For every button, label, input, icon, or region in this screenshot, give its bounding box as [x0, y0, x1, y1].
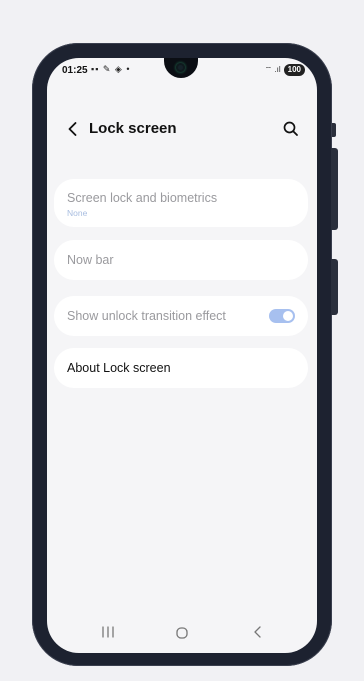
- search-icon[interactable]: [281, 119, 301, 139]
- phone-frame: 01:25 ▪▪ ✎ ◈ • ⌔ .ıl 100 Lock screen Scr…: [32, 43, 338, 666]
- navigation-bar: [47, 617, 317, 653]
- setting-label: Now bar: [67, 253, 114, 267]
- system-icons: ⌔ .ıl 100: [265, 64, 305, 76]
- setting-label: Screen lock and biometrics: [67, 191, 218, 205]
- power-button[interactable]: [331, 259, 338, 315]
- page: 01:25 ▪▪ ✎ ◈ • ⌔ .ıl 100 Lock screen Scr…: [0, 0, 364, 681]
- unlock-transition-toggle[interactable]: [269, 309, 295, 323]
- setting-label: Show unlock transition effect: [67, 309, 226, 323]
- app-header: Lock screen: [47, 116, 317, 144]
- volume-button[interactable]: [331, 148, 338, 230]
- status-time: 01:25: [62, 65, 88, 76]
- home-icon[interactable]: [174, 625, 190, 641]
- side-sensor: [332, 123, 336, 137]
- back-arrow-icon[interactable]: [63, 119, 83, 139]
- status-bar: 01:25 ▪▪ ✎ ◈ • ⌔ .ıl 100: [47, 58, 317, 84]
- setting-label: About Lock screen: [67, 361, 171, 375]
- battery-indicator: 100: [283, 64, 305, 76]
- setting-about-lock-screen[interactable]: About Lock screen: [54, 348, 308, 388]
- recents-icon[interactable]: [99, 625, 117, 639]
- screen: 01:25 ▪▪ ✎ ◈ • ⌔ .ıl 100 Lock screen Scr…: [47, 58, 317, 653]
- setting-sublabel: None: [67, 208, 88, 218]
- page-title: Lock screen: [89, 120, 177, 137]
- toggle-knob: [283, 311, 293, 321]
- setting-screen-lock[interactable]: Screen lock and biometrics None: [54, 179, 308, 227]
- back-icon[interactable]: [251, 625, 265, 639]
- setting-unlock-transition[interactable]: Show unlock transition effect: [54, 296, 308, 336]
- wifi-signal-icon: ⌔ .ıl: [264, 65, 281, 74]
- notification-icons: ▪▪ ✎ ◈ •: [91, 64, 131, 74]
- setting-now-bar[interactable]: Now bar: [54, 240, 308, 280]
